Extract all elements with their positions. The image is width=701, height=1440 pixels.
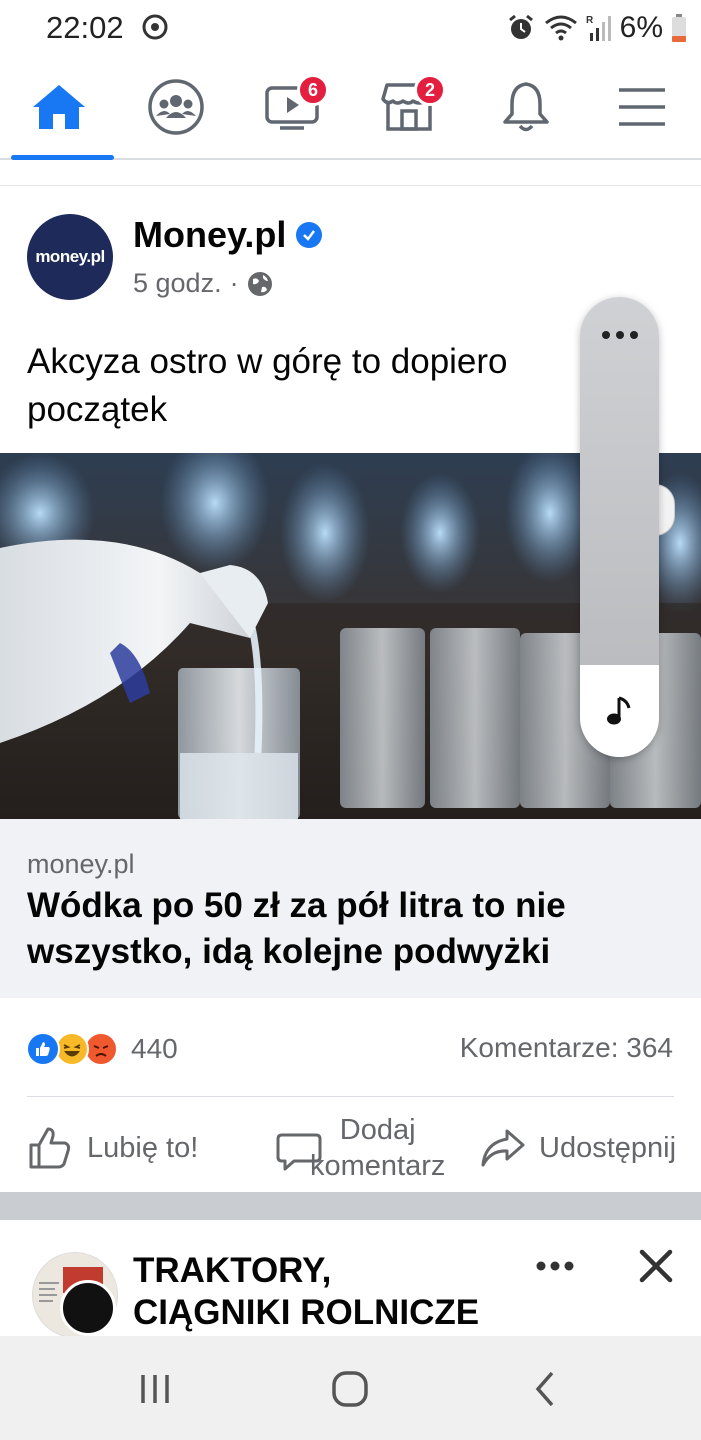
comments-count[interactable]: Komentarze: 364 xyxy=(460,1032,673,1064)
like-reaction-icon xyxy=(26,1032,60,1066)
status-time: 22:02 xyxy=(46,10,124,45)
floating-edge-panel[interactable] xyxy=(580,297,659,757)
watch-badge: 6 xyxy=(297,74,329,106)
recent-apps-button[interactable] xyxy=(115,1364,195,1414)
close-icon[interactable] xyxy=(638,1248,674,1284)
hamburger-icon xyxy=(619,88,665,126)
link-preview[interactable]: money.pl Wódka po 50 zł za pół litra to … xyxy=(0,819,701,998)
bell-icon xyxy=(503,82,549,132)
tab-menu[interactable] xyxy=(587,56,697,158)
thumbs-up-icon xyxy=(29,1127,71,1169)
status-bar: 22:02 R 6% xyxy=(0,0,701,56)
avatar-logo-text: money.pl xyxy=(35,247,105,266)
top-navigation: 6 2 xyxy=(0,56,701,160)
share-label: Udostępnij xyxy=(539,1131,677,1164)
link-title: Wódka po 50 zł za pół litra to nie wszys… xyxy=(27,886,566,971)
svg-text:R: R xyxy=(586,15,594,26)
comment-label-line2: komentarz xyxy=(310,1150,446,1182)
comment-label-line1: Dodaj xyxy=(339,1114,416,1146)
share-button[interactable]: Udostępnij xyxy=(479,1108,676,1188)
author-name[interactable]: Money.pl xyxy=(133,214,286,256)
divider xyxy=(27,1096,674,1097)
groups-icon xyxy=(148,79,204,135)
more-options-icon[interactable] xyxy=(535,1260,575,1272)
next-post: TRAKTORY, CIĄGNIKI ROLNICZE xyxy=(0,1220,701,1336)
alarm-icon xyxy=(508,14,533,39)
signal-icon: R xyxy=(586,15,611,41)
like-label: Lubię to! xyxy=(87,1131,199,1164)
post-author[interactable]: Money.pl xyxy=(133,214,323,256)
battery-icon xyxy=(672,14,686,42)
home-button[interactable] xyxy=(310,1364,390,1414)
post-meta: 5 godz. · xyxy=(133,268,273,299)
feed-separator xyxy=(0,1192,701,1220)
verified-badge-icon xyxy=(296,222,323,248)
globe-icon xyxy=(247,271,272,296)
like-button[interactable]: Lubię to! xyxy=(27,1108,198,1188)
next-post-title[interactable]: TRAKTORY, CIĄGNIKI ROLNICZE xyxy=(133,1250,513,1334)
next-post-title-line1: TRAKTORY, xyxy=(133,1251,332,1290)
post-time[interactable]: 5 godz. xyxy=(133,268,222,299)
previous-post-edge xyxy=(0,160,701,186)
next-post-title-line2: CIĄGNIKI ROLNICZE xyxy=(133,1293,480,1332)
haha-reaction-icon xyxy=(55,1032,89,1066)
wifi-icon xyxy=(544,15,577,41)
status-icons: R 6% xyxy=(506,10,687,46)
tab-watch[interactable]: 6 xyxy=(237,56,347,158)
marketplace-badge: 2 xyxy=(414,74,446,106)
home-circle-icon xyxy=(332,1371,368,1407)
music-note-icon xyxy=(606,696,630,725)
share-icon xyxy=(481,1129,525,1167)
tab-home[interactable] xyxy=(4,56,114,160)
comment-button[interactable]: Dodaj komentarz xyxy=(276,1108,445,1188)
member-avatar[interactable] xyxy=(60,1280,116,1336)
comment-label: Dodaj komentarz xyxy=(310,1112,445,1184)
edge-panel-more-icon[interactable] xyxy=(580,317,659,353)
reaction-count: 440 xyxy=(131,1033,178,1064)
meta-separator: · xyxy=(229,268,239,298)
tab-groups[interactable] xyxy=(121,56,231,158)
system-navigation-bar xyxy=(0,1336,701,1440)
tab-notifications[interactable] xyxy=(471,56,581,158)
post-text: Akcyza ostro w górę to dopiero początek xyxy=(27,342,508,429)
back-icon xyxy=(535,1371,554,1407)
tab-marketplace[interactable]: 2 xyxy=(354,56,464,158)
page-avatar[interactable]: money.pl xyxy=(27,214,113,300)
battery-level: 6% xyxy=(619,11,663,44)
sync-icon xyxy=(142,14,168,40)
reactions-summary[interactable]: 440 xyxy=(26,1029,178,1069)
angry-reaction-icon xyxy=(84,1032,118,1066)
link-domain: money.pl xyxy=(27,849,135,879)
home-icon xyxy=(33,85,85,129)
recent-apps-icon xyxy=(141,1375,169,1403)
edge-panel-music-button[interactable] xyxy=(580,665,659,757)
back-button[interactable] xyxy=(506,1364,586,1414)
